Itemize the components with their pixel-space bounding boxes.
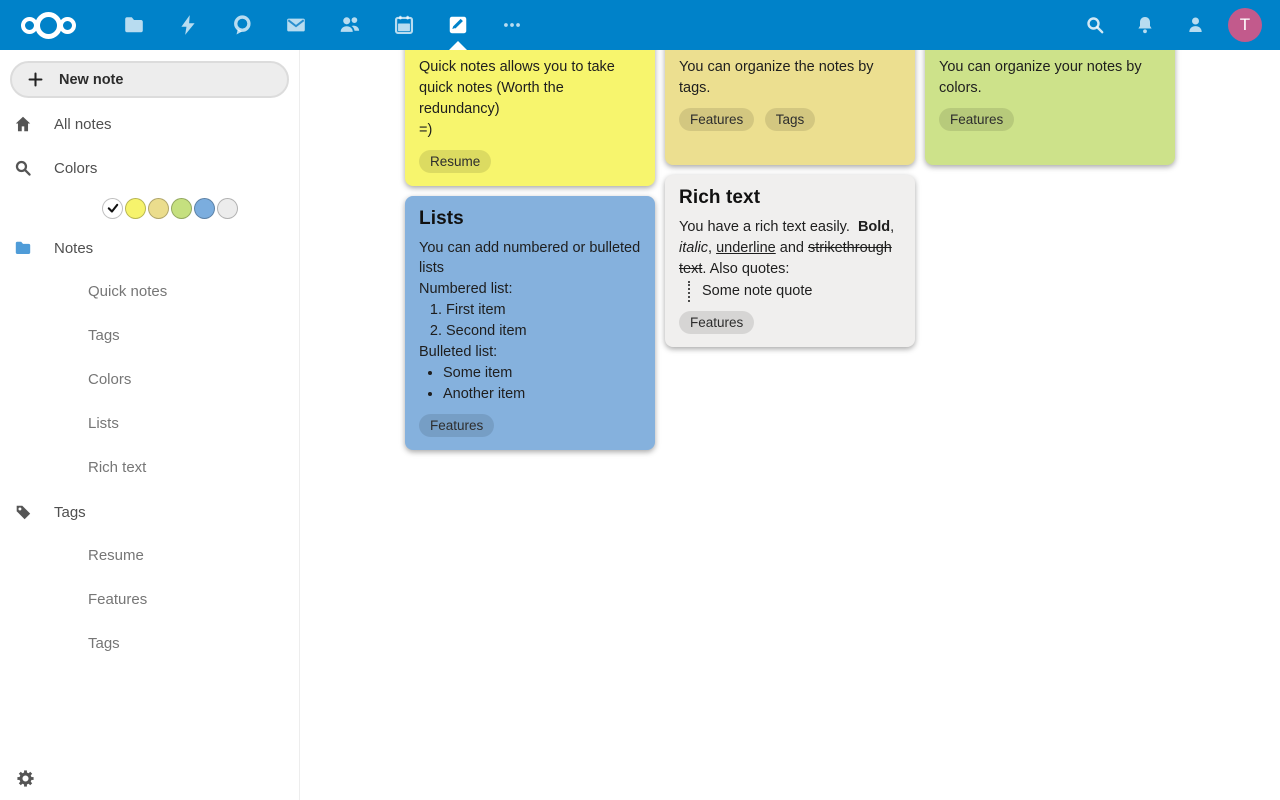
mail-icon	[285, 14, 307, 36]
app-files[interactable]	[107, 0, 161, 50]
sidebar-note-quick-notes[interactable]: Quick notes	[0, 270, 299, 314]
sidebar-tag-resume[interactable]: Resume	[0, 534, 299, 578]
note-title: Lists	[419, 208, 641, 230]
tag-icon	[14, 503, 32, 521]
talk-bubble-icon	[231, 14, 253, 36]
person-icon	[1185, 15, 1205, 35]
sidebar-note-colors[interactable]: Colors	[0, 358, 299, 402]
note-body-line: You can add numbered or bulleted lists	[419, 238, 641, 280]
new-note-label: New note	[59, 72, 123, 88]
home-icon	[14, 115, 32, 133]
app-contacts[interactable]	[323, 0, 377, 50]
underline-text: underline	[716, 240, 776, 256]
app-talk[interactable]	[215, 0, 269, 50]
magnifier-icon	[14, 159, 32, 177]
sidebar-section-tags[interactable]: Tags	[0, 490, 299, 534]
user-avatar[interactable]: T	[1228, 8, 1262, 42]
note-body-line: Bulleted list:	[419, 342, 641, 363]
swatch-gray[interactable]	[217, 198, 238, 219]
nextcloud-logo[interactable]	[21, 12, 79, 39]
swatch-blue[interactable]	[194, 198, 215, 219]
note-body-line: =)	[419, 120, 641, 141]
note-body-line: You can organize your notes by colors.	[939, 57, 1161, 99]
swatch-tan[interactable]	[148, 198, 169, 219]
notes-grid: Quick notes Quick notes allows you to ta…	[300, 0, 1280, 450]
folder-icon	[14, 239, 32, 257]
new-note-button[interactable]: New note	[10, 61, 289, 98]
sidebar-item-all-notes[interactable]: All notes	[0, 102, 299, 146]
calendar-icon	[393, 14, 415, 36]
grid-column-2: Tags You can organize the notes by tags.…	[665, 15, 915, 347]
note-body-rich: You have a rich text easily. Bold, itali…	[679, 217, 901, 280]
plus-icon	[27, 71, 44, 88]
sidebar-note-lists[interactable]: Lists	[0, 402, 299, 446]
note-card-lists[interactable]: Lists You can add numbered or bulleted l…	[405, 196, 655, 450]
note-badges: Resume	[419, 148, 641, 173]
notes-section-label: Notes	[54, 240, 93, 257]
note-body-line: Numbered list:	[419, 279, 641, 300]
contacts-icon	[339, 14, 361, 36]
swatch-all-checked[interactable]	[102, 198, 123, 219]
gear-icon	[16, 769, 35, 788]
check-icon	[106, 201, 120, 215]
search-icon	[1085, 15, 1105, 35]
folder-icon	[123, 14, 145, 36]
note-badges: Features Tags	[679, 106, 901, 131]
contacts-menu-button[interactable]	[1170, 0, 1220, 50]
sidebar-section-notes[interactable]: Notes	[0, 226, 299, 270]
tag-badge: Features	[679, 108, 754, 131]
app-calendar[interactable]	[377, 0, 431, 50]
list-item: Second item	[446, 321, 641, 342]
app-notes-active[interactable]	[431, 0, 485, 50]
italic-text: italic	[679, 240, 708, 256]
notifications-button[interactable]	[1120, 0, 1170, 50]
unified-search-button[interactable]	[1070, 0, 1120, 50]
note-title: Rich text	[679, 187, 901, 209]
note-body-line: Quick notes allows you to take quick not…	[419, 57, 641, 120]
tag-badge: Features	[939, 108, 1014, 131]
bulleted-list: Some item Another item	[419, 363, 641, 405]
colors-filter-label: Colors	[54, 160, 97, 177]
bell-icon	[1135, 15, 1155, 35]
color-swatch-row	[0, 190, 299, 226]
swatch-yellow[interactable]	[125, 198, 146, 219]
sidebar: New note All notes Colors Notes Quick no…	[0, 50, 300, 800]
bold-text: Bold	[858, 219, 890, 235]
sidebar-tag-features[interactable]: Features	[0, 578, 299, 622]
note-quote: Some note quote	[688, 281, 901, 302]
app-more[interactable]	[485, 0, 539, 50]
app-navigation	[107, 0, 539, 50]
settings-button[interactable]	[13, 766, 37, 790]
more-dots-icon	[501, 14, 523, 36]
header-right-controls: T	[1070, 0, 1280, 50]
app-mail[interactable]	[269, 0, 323, 50]
note-badges: Features	[419, 412, 641, 437]
tag-badge: Tags	[765, 108, 816, 131]
tag-badge: Features	[679, 311, 754, 334]
list-item: Another item	[443, 384, 641, 405]
sidebar-tag-tags[interactable]: Tags	[0, 622, 299, 666]
top-bar: T	[0, 0, 1280, 50]
all-notes-label: All notes	[54, 116, 112, 133]
numbered-list: First item Second item	[419, 300, 641, 342]
note-card-rich-text[interactable]: Rich text You have a rich text easily. B…	[665, 175, 915, 347]
sidebar-note-tags[interactable]: Tags	[0, 314, 299, 358]
list-item: First item	[446, 300, 641, 321]
note-body-line: You can organize the notes by tags.	[679, 57, 901, 99]
notes-icon	[447, 14, 469, 36]
list-item: Some item	[443, 363, 641, 384]
grid-column-1: Quick notes Quick notes allows you to ta…	[405, 15, 655, 450]
tag-badge: Resume	[419, 150, 491, 173]
note-badges: Features	[679, 309, 901, 334]
swatch-green[interactable]	[171, 198, 192, 219]
logo-circle-middle	[35, 12, 62, 39]
sidebar-note-rich-text[interactable]: Rich text	[0, 446, 299, 490]
tags-section-label: Tags	[54, 504, 86, 521]
app-activity[interactable]	[161, 0, 215, 50]
sidebar-item-colors-filter[interactable]: Colors	[0, 146, 299, 190]
lightning-icon	[177, 14, 199, 36]
tag-badge: Features	[419, 414, 494, 437]
note-badges: Features	[939, 106, 1161, 131]
